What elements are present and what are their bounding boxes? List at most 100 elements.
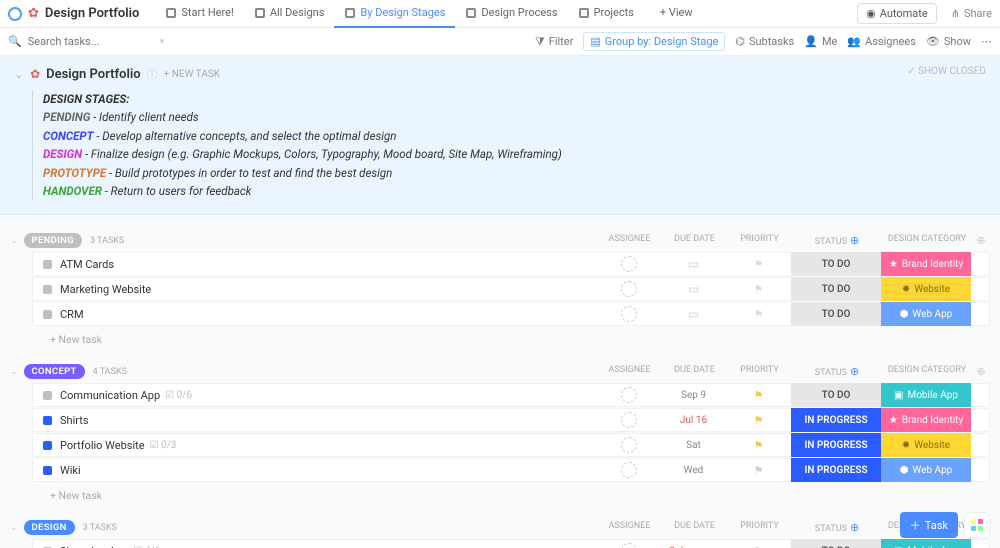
share-button[interactable]: ⋔Share	[951, 7, 992, 20]
status-square-icon	[43, 441, 52, 450]
status-cell[interactable]: TO DO	[791, 383, 881, 407]
add-status-icon[interactable]: ⊕	[850, 234, 859, 247]
duedate-cell[interactable]: ▭	[661, 307, 726, 321]
share-icon: ⋔	[951, 7, 960, 20]
group-pill[interactable]: PENDING	[24, 233, 82, 248]
desc-line: PROTOTYPE - Build prototypes in order to…	[43, 164, 986, 182]
new-task-button[interactable]: + New task	[42, 327, 990, 346]
new-task-fab[interactable]: ＋Task	[900, 512, 958, 538]
apps-button[interactable]	[964, 512, 990, 538]
category-cell[interactable]: ✹Website	[881, 433, 971, 457]
chevron-down-icon[interactable]: ▾	[160, 37, 165, 47]
priority-cell[interactable]: ⚑	[726, 464, 791, 477]
more-icon[interactable]: ⋯	[981, 35, 992, 48]
flag-icon: ⚑	[754, 439, 764, 452]
priority-cell[interactable]: ⚑	[726, 283, 791, 296]
category-cell[interactable]: ★Brand Identity	[881, 408, 971, 432]
category-cell[interactable]: ⬢Web App	[881, 458, 971, 482]
add-view-button[interactable]: + View	[650, 0, 703, 28]
duedate-cell[interactable]: ▭	[661, 282, 726, 296]
app-logo[interactable]	[8, 7, 22, 21]
toolbar: 🔍 ▾ ⧩Filter ▤Group by: Design Stage ⌬Sub…	[0, 28, 1000, 56]
task-group: ⌄DESIGN3 TASKSASSIGNEEDUE DATEPRIORITYST…	[0, 520, 1000, 548]
view-tab[interactable]: Design Process	[455, 0, 567, 28]
assignee-cell[interactable]	[596, 437, 661, 453]
favorite-icon[interactable]: ✿	[28, 6, 39, 21]
duedate-cell[interactable]: Sat	[661, 440, 726, 451]
assignees-button[interactable]: 👥Assignees	[847, 35, 916, 48]
search-box[interactable]: 🔍 ▾	[8, 35, 525, 48]
new-task-button[interactable]: + New task	[42, 483, 990, 502]
category-cell[interactable]: ✹Website	[881, 277, 971, 301]
group-pill[interactable]: DESIGN	[24, 520, 75, 535]
category-cell[interactable]: ▣Mobile App	[881, 539, 971, 548]
status-cell[interactable]: IN PROGRESS	[791, 458, 881, 482]
priority-cell[interactable]: ⚑	[726, 439, 791, 452]
group-collapse-icon[interactable]: ⌄	[10, 523, 18, 533]
category-cell[interactable]: ★Brand Identity	[881, 252, 971, 276]
status-cell[interactable]: TO DO	[791, 252, 881, 276]
show-button[interactable]: 👁Show	[926, 35, 971, 48]
assignee-cell[interactable]	[596, 306, 661, 322]
task-row[interactable]: Communication App☑ 0/6Sep 9⚑TO DO▣Mobile…	[32, 383, 990, 407]
show-closed-button[interactable]: ✓ SHOW CLOSED	[907, 66, 986, 77]
view-tab[interactable]: Projects	[568, 0, 644, 28]
new-task-header-button[interactable]: + NEW TASK	[164, 69, 220, 80]
groupby-button[interactable]: ▤Group by: Design Stage	[583, 32, 725, 51]
task-row[interactable]: ATM Cards▭⚑TO DO★Brand Identity	[32, 252, 990, 276]
me-button[interactable]: 👤Me	[804, 35, 837, 48]
view-tab[interactable]: Start Here!	[155, 0, 243, 28]
task-row[interactable]: Shopping App☑ 4/62 days ago⚑TO DO▣Mobile…	[32, 539, 990, 548]
view-tab[interactable]: By Design Stages	[334, 0, 455, 28]
priority-cell[interactable]: ⚑	[726, 414, 791, 427]
task-row[interactable]: WikiWed⚑IN PROGRESS⬢Web App	[32, 458, 990, 482]
task-row[interactable]: ShirtsJul 16⚑IN PROGRESS★Brand Identity	[32, 408, 990, 432]
duedate-cell[interactable]: ▭	[661, 257, 726, 271]
group-collapse-icon[interactable]: ⌄	[10, 236, 18, 246]
search-input[interactable]	[28, 35, 148, 48]
group-collapse-icon[interactable]: ⌄	[10, 367, 18, 377]
status-square-icon	[43, 260, 52, 269]
flag-icon: ⚑	[754, 389, 764, 402]
subtasks-button[interactable]: ⌬Subtasks	[735, 35, 794, 48]
status-cell[interactable]: TO DO	[791, 539, 881, 548]
info-icon[interactable]: ⓘ	[147, 66, 158, 82]
category-icon: ★	[889, 259, 898, 270]
task-row[interactable]: CRM▭⚑TO DO⬢Web App	[32, 302, 990, 326]
task-row[interactable]: Marketing Website▭⚑TO DO✹Website	[32, 277, 990, 301]
assignee-cell[interactable]	[596, 543, 661, 548]
status-cell[interactable]: TO DO	[791, 277, 881, 301]
duedate-cell[interactable]: Wed	[661, 465, 726, 476]
category-icon: ⬢	[900, 309, 909, 320]
priority-cell[interactable]: ⚑	[726, 308, 791, 321]
duedate-cell[interactable]: Sep 9	[661, 390, 726, 401]
col-status: STATUS⊕	[792, 365, 882, 378]
category-cell[interactable]: ▣Mobile App	[881, 383, 971, 407]
group-pill[interactable]: CONCEPT	[24, 364, 85, 379]
column-settings-icon[interactable]: ⊕	[972, 234, 990, 247]
assignee-placeholder-icon	[621, 543, 637, 548]
priority-cell[interactable]: ⚑	[726, 389, 791, 402]
filter-button[interactable]: ⧩Filter	[535, 35, 573, 49]
collapse-icon[interactable]: ⌄	[14, 67, 24, 81]
assignee-cell[interactable]	[596, 281, 661, 297]
status-cell[interactable]: IN PROGRESS	[791, 408, 881, 432]
status-cell[interactable]: IN PROGRESS	[791, 433, 881, 457]
assignee-cell[interactable]	[596, 256, 661, 272]
automate-button[interactable]: ◉Automate	[857, 3, 937, 24]
assignee-cell[interactable]	[596, 387, 661, 403]
view-tab[interactable]: All Designs	[244, 0, 335, 28]
add-status-icon[interactable]: ⊕	[850, 365, 859, 378]
priority-cell[interactable]: ⚑	[726, 258, 791, 271]
category-cell[interactable]: ⬢Web App	[881, 302, 971, 326]
flag-icon: ⚑	[754, 414, 764, 427]
assignee-cell[interactable]	[596, 462, 661, 478]
duedate-cell[interactable]: Jul 16	[661, 415, 726, 426]
task-row[interactable]: Portfolio Website☑ 0/3Sat⚑IN PROGRESS✹We…	[32, 433, 990, 457]
column-settings-icon[interactable]: ⊕	[972, 365, 990, 378]
status-cell[interactable]: TO DO	[791, 302, 881, 326]
assignee-cell[interactable]	[596, 412, 661, 428]
col-priority: PRIORITY	[727, 365, 792, 378]
folder-favorite-icon[interactable]: ✿	[30, 67, 40, 81]
add-status-icon[interactable]: ⊕	[850, 521, 859, 534]
